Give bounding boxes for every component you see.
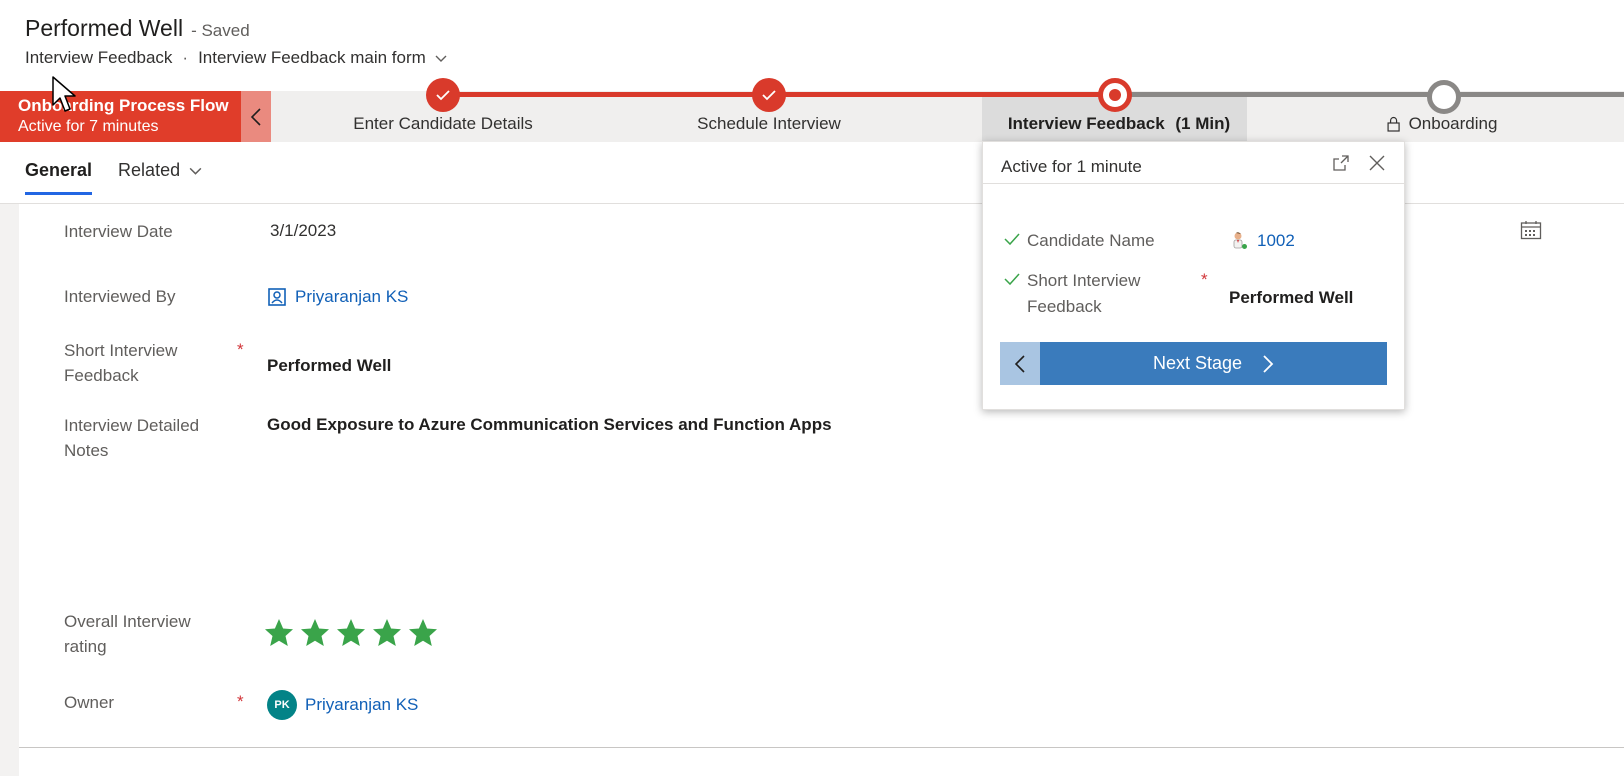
bpf-remaining-line	[1130, 92, 1624, 97]
owner-field: PK Priyaranjan KS	[267, 690, 418, 720]
flyout-field-label: Short Interview Feedback	[1027, 271, 1141, 316]
record-header: Performed Well - Saved	[25, 15, 250, 42]
stage-4-future-dot[interactable]	[1427, 80, 1461, 114]
header-subtitle: Interview Feedback · Interview Feedback …	[25, 48, 448, 68]
calendar-icon[interactable]	[1520, 220, 1542, 240]
star-icon[interactable]	[299, 617, 331, 649]
stage-label-enter-candidate-details[interactable]: Enter Candidate Details	[353, 114, 533, 134]
check-icon	[1004, 233, 1020, 246]
flyout-field-label: Candidate Name	[1027, 231, 1155, 250]
interviewed-by-field: Priyaranjan KS	[267, 287, 408, 307]
chevron-left-icon	[1014, 354, 1025, 373]
check-icon	[436, 90, 450, 101]
dock-flyout-button[interactable]	[1330, 152, 1352, 174]
bpf-process-title[interactable]: Onboarding Process Flow Active for 7 min…	[0, 91, 241, 142]
stage-label-onboarding[interactable]: Onboarding	[1387, 114, 1498, 134]
overall-rating-label: Overall Interview rating	[64, 612, 191, 656]
tab-label: General	[25, 160, 93, 180]
short-feedback-value[interactable]: Performed Well	[267, 356, 391, 376]
stage-flyout: Active for 1 minute Candidate Name 1002 …	[982, 141, 1406, 410]
stage-2-completed-dot[interactable]	[752, 78, 786, 112]
star-icon[interactable]	[407, 617, 439, 649]
stage-3-active-dot[interactable]	[1098, 78, 1132, 112]
entity-name: Interview Feedback	[25, 48, 173, 67]
detailed-notes-label: Interview Detailed Notes	[64, 416, 200, 460]
chevron-left-icon	[250, 107, 261, 126]
star-icon[interactable]	[335, 617, 367, 649]
chevron-right-icon	[1263, 354, 1274, 373]
interviewed-by-name: Priyaranjan KS	[295, 287, 409, 306]
chevron-down-icon	[189, 167, 202, 175]
required-indicator: *	[237, 340, 244, 359]
flyout-header: Active for 1 minute	[1001, 157, 1142, 176]
record-title: Performed Well	[25, 15, 184, 41]
previous-stage-button[interactable]	[1000, 342, 1040, 385]
next-stage-label: Next Stage	[1152, 353, 1243, 373]
candidate-name-value: 1002	[1257, 231, 1295, 250]
lock-icon	[1387, 116, 1400, 132]
check-icon	[762, 90, 776, 101]
page: Performed Well - Saved Interview Feedbac…	[0, 0, 1624, 776]
owner-name: Priyaranjan KS	[305, 695, 419, 714]
tab-related[interactable]: Related	[118, 160, 203, 195]
chevron-down-icon	[435, 55, 447, 62]
flyout-divider	[983, 183, 1406, 184]
left-gutter	[0, 204, 19, 776]
stage-name: Onboarding	[1408, 114, 1498, 133]
next-stage-button[interactable]: Next Stage	[1040, 342, 1387, 385]
avatar: PK	[267, 690, 297, 720]
form-tabs: General Related	[25, 160, 203, 195]
expand-icon	[1333, 155, 1349, 171]
short-feedback-label: Short Interview Feedback	[64, 341, 178, 385]
stage-duration: (1 Min)	[1175, 114, 1231, 133]
tab-general[interactable]: General	[25, 160, 93, 195]
header-separator: ·	[182, 48, 189, 67]
form-selector[interactable]: Interview Feedback main form	[198, 48, 448, 68]
required-indicator: *	[1201, 270, 1208, 289]
bpf-active-duration: Active for 7 minutes	[18, 118, 159, 135]
owner-link[interactable]: PK Priyaranjan KS	[267, 690, 418, 720]
interview-date-value[interactable]: 3/1/2023	[270, 221, 336, 241]
check-icon	[1004, 273, 1020, 286]
candidate-person-icon	[1233, 232, 1247, 249]
required-indicator: *	[237, 692, 244, 711]
flyout-candidate-value: 1002	[1229, 231, 1295, 251]
contact-card-icon	[268, 288, 286, 306]
form-name: Interview Feedback main form	[198, 48, 426, 67]
close-flyout-button[interactable]	[1366, 152, 1388, 174]
star-rating[interactable]	[263, 617, 439, 649]
content-bottom-border	[19, 747, 1624, 748]
stage-name: Interview Feedback	[1007, 114, 1165, 133]
flyout-feedback-value[interactable]: Performed Well	[1229, 288, 1353, 308]
flyout-navigation: Next Stage	[1000, 342, 1387, 385]
owner-label: Owner	[64, 693, 115, 712]
tab-label: Related	[118, 160, 181, 180]
candidate-link[interactable]: 1002	[1229, 231, 1295, 251]
active-stage-marker	[1109, 89, 1121, 101]
interviewed-by-label: Interviewed By	[64, 287, 176, 306]
bpf-collapse-button[interactable]	[241, 91, 271, 142]
stage-label-interview-feedback[interactable]: Interview Feedback (1 Min)	[1008, 114, 1230, 134]
detailed-notes-value[interactable]: Good Exposure to Azure Communication Ser…	[267, 415, 987, 435]
stage-1-completed-dot[interactable]	[426, 78, 460, 112]
interview-date-label: Interview Date	[64, 222, 173, 241]
mouse-cursor-icon	[52, 76, 76, 112]
interviewed-by-link[interactable]: Priyaranjan KS	[267, 287, 408, 307]
star-icon[interactable]	[263, 617, 295, 649]
star-icon[interactable]	[371, 617, 403, 649]
close-icon	[1369, 155, 1385, 171]
stage-label-schedule-interview[interactable]: Schedule Interview	[697, 114, 841, 134]
save-status: - Saved	[191, 21, 250, 40]
